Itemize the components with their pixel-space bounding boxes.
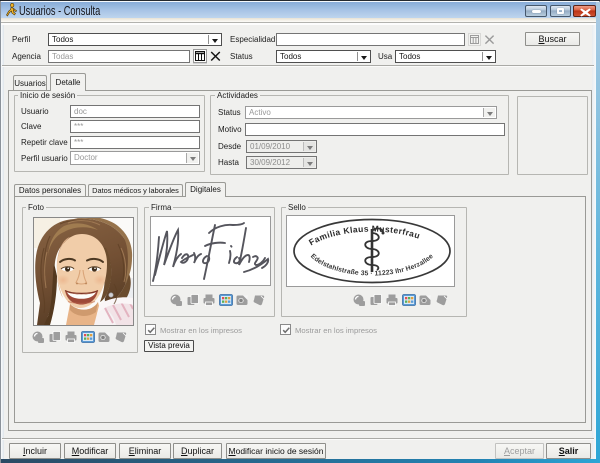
svg-text:Familia Klaus Musterfrau: Familia Klaus Musterfrau <box>307 224 422 248</box>
